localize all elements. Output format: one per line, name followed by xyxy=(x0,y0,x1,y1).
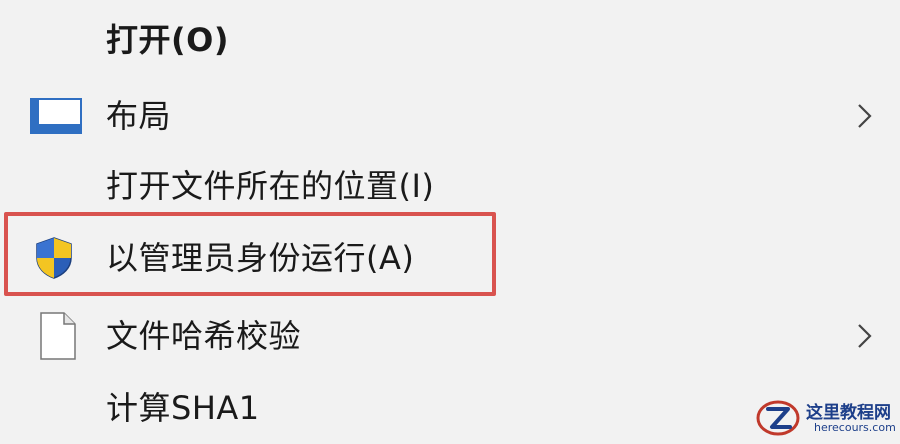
menu-item-label: 文件哈希校验 xyxy=(106,317,302,355)
site-logo-icon xyxy=(756,398,802,442)
menu-item-layout[interactable]: 布局 xyxy=(0,80,900,152)
chevron-right-icon xyxy=(850,102,878,130)
menu-item-open[interactable]: 打开(O) xyxy=(0,4,900,76)
menu-item-label: 布局 xyxy=(106,97,172,135)
highlight-box xyxy=(4,212,496,296)
layout-window-icon xyxy=(30,98,82,138)
watermark-title: 这里教程网 xyxy=(806,403,891,423)
watermark-url: herecours.com xyxy=(814,421,896,434)
file-icon xyxy=(40,312,76,364)
menu-item-label: 打开(O) xyxy=(106,21,229,59)
menu-item-file-hash-check[interactable]: 文件哈希校验 xyxy=(0,300,900,372)
context-menu: 打开(O) 布局 打开文件所在的位置(I) 以管理员身份运行(A) 文件哈希校验… xyxy=(0,0,900,440)
watermark: 这里教程网 herecours.com xyxy=(756,396,900,440)
chevron-right-icon xyxy=(850,322,878,350)
menu-item-label: 计算SHA1 xyxy=(106,389,260,427)
